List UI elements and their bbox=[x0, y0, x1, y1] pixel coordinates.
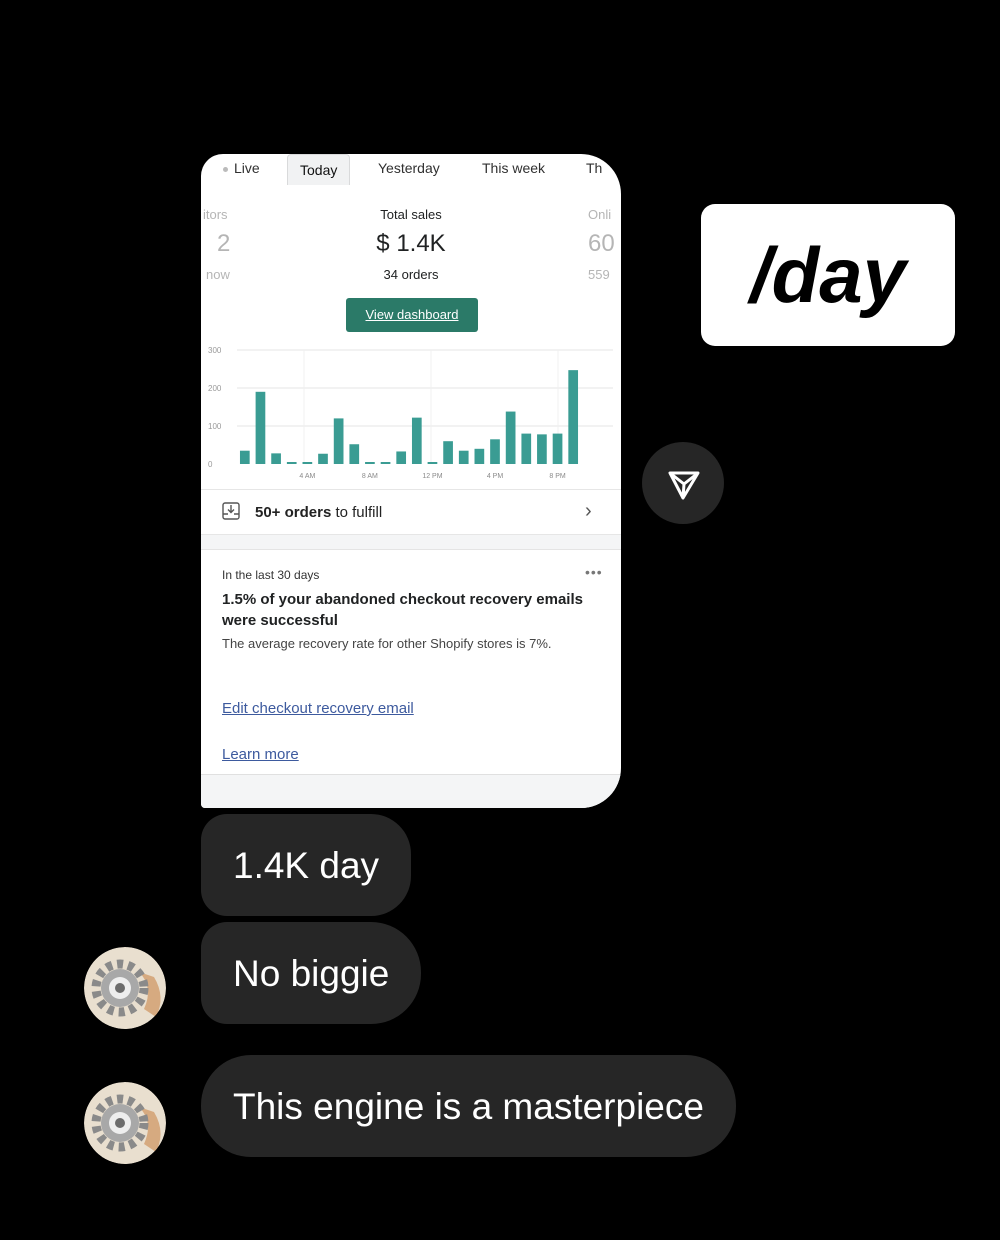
chart-bar bbox=[255, 391, 266, 464]
chart-bar bbox=[380, 462, 391, 464]
card-footer bbox=[201, 774, 621, 808]
day-sticker: /day bbox=[701, 204, 955, 346]
tab-truncated[interactable]: Th bbox=[586, 160, 602, 176]
chevron-right-icon: › bbox=[585, 500, 592, 522]
chart-bar bbox=[474, 448, 485, 464]
chart-bar bbox=[427, 462, 438, 464]
x-tick-label: 8 AM bbox=[362, 473, 378, 480]
x-tick-label: 8 PM bbox=[549, 473, 566, 480]
online-sub: 559 bbox=[588, 267, 610, 282]
more-horizontal-icon[interactable]: ••• bbox=[585, 564, 603, 580]
edit-checkout-recovery-link[interactable]: Edit checkout recovery email bbox=[222, 700, 414, 717]
message-bubble-2[interactable]: No biggie bbox=[201, 922, 422, 1024]
chart-bar bbox=[521, 433, 532, 464]
online-label: Onli bbox=[588, 207, 612, 222]
chart-bar bbox=[318, 453, 328, 464]
chart-bar bbox=[271, 453, 281, 464]
online-value: 60 bbox=[588, 230, 615, 257]
recovery-period: In the last 30 days bbox=[222, 568, 320, 582]
tab-today[interactable]: Today bbox=[287, 154, 351, 185]
download-box-icon bbox=[222, 502, 240, 520]
chart-bar bbox=[443, 441, 453, 464]
chart-bar bbox=[365, 462, 375, 464]
message-text: No biggie bbox=[233, 952, 390, 994]
y-tick-label: 0 bbox=[208, 460, 213, 469]
sender-avatar[interactable] bbox=[84, 947, 166, 1029]
sender-avatar[interactable] bbox=[84, 1082, 166, 1164]
x-tick-label: 12 PM bbox=[422, 473, 442, 480]
y-tick-label: 200 bbox=[208, 384, 222, 393]
recovery-description: The average recovery rate for other Shop… bbox=[222, 636, 552, 651]
chart-bar bbox=[302, 462, 313, 464]
date-range-tabs: Live Today Yesterday This week Th bbox=[201, 154, 621, 186]
chart-bar bbox=[458, 450, 469, 464]
chart-bar bbox=[239, 450, 250, 464]
gear-icon bbox=[84, 1082, 166, 1164]
orders-to-fulfill-text: 50+ orders to fulfill bbox=[255, 504, 383, 521]
chart-bar bbox=[552, 433, 563, 464]
chart-bar bbox=[396, 451, 407, 464]
chart-bar bbox=[411, 417, 422, 464]
y-tick-label: 300 bbox=[208, 346, 222, 355]
y-tick-label: 100 bbox=[208, 422, 222, 431]
total-sales-value: $ 1.4K bbox=[376, 230, 446, 257]
x-tick-label: 4 AM bbox=[299, 473, 315, 480]
tab-this-week[interactable]: This week bbox=[482, 160, 545, 176]
message-bubble-1[interactable]: 1.4K day bbox=[201, 814, 412, 916]
orders-to-fulfill-row[interactable]: 50+ orders to fulfill › bbox=[201, 489, 621, 535]
tab-live[interactable]: Live bbox=[223, 160, 260, 176]
section-divider bbox=[201, 535, 621, 550]
hourly-sales-chart: 0 100 200 300 4 AM 8 AM 12 PM 4 PM 8 PM bbox=[208, 346, 613, 480]
message-text: This engine is a masterpiece bbox=[233, 1085, 704, 1127]
message-bubble-3[interactable]: This engine is a masterpiece bbox=[201, 1055, 736, 1157]
chart-bar bbox=[333, 418, 344, 464]
chart-bar bbox=[568, 370, 579, 464]
view-dashboard-button[interactable]: View dashboard bbox=[346, 298, 478, 332]
gear-icon bbox=[84, 947, 166, 1029]
message-text: 1.4K day bbox=[233, 844, 380, 886]
send-icon bbox=[668, 471, 700, 500]
learn-more-link[interactable]: Learn more bbox=[222, 746, 299, 763]
chart-bar bbox=[286, 462, 297, 464]
x-tick-label: 4 PM bbox=[487, 473, 504, 480]
share-button[interactable] bbox=[642, 442, 724, 524]
orders-count: 34 orders bbox=[383, 267, 439, 282]
tab-yesterday[interactable]: Yesterday bbox=[378, 160, 440, 176]
shared-dashboard-screenshot[interactable]: Live Today Yesterday This week Th itors … bbox=[201, 154, 621, 808]
chart-bar bbox=[349, 444, 360, 464]
chart-bar bbox=[490, 439, 500, 464]
total-sales-label: Total sales bbox=[380, 207, 442, 222]
recovery-headline: 1.5% of your abandoned checkout recovery… bbox=[222, 591, 583, 629]
chart-bar bbox=[505, 411, 516, 464]
chart-bar bbox=[537, 434, 547, 464]
live-dot-icon bbox=[223, 166, 228, 172]
